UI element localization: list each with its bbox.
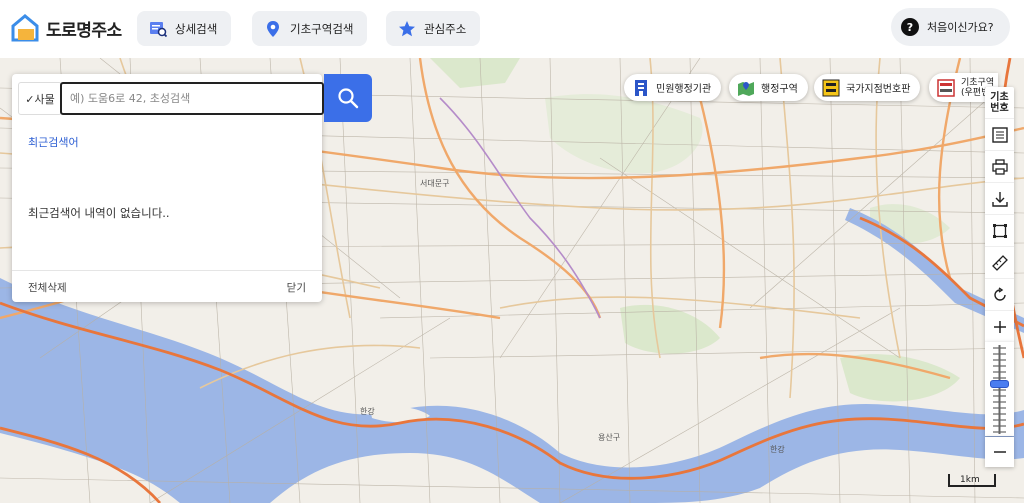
ruler-icon (991, 254, 1008, 271)
first-time-help-button[interactable]: ? 처음이신가요? (891, 8, 1010, 46)
postal-zone-icon (937, 78, 955, 97)
home-icon (11, 14, 39, 42)
distance-measure-button[interactable] (985, 247, 1014, 279)
layer-admin-district[interactable]: 행정구역 (729, 74, 808, 101)
delete-all-button[interactable]: 전체삭제 (28, 280, 67, 295)
star-icon (398, 20, 416, 38)
minus-icon (993, 451, 1006, 453)
scale-label: 1km (960, 475, 980, 485)
layer-civil-office-label: 민원행정기관 (656, 84, 712, 95)
list-button[interactable] (985, 119, 1014, 151)
map-region-icon (737, 79, 755, 97)
location-pin-icon (264, 20, 282, 38)
area-icon (992, 223, 1007, 238)
building-icon (632, 79, 650, 97)
filter-object-toggle[interactable]: ✓사물 (18, 82, 62, 115)
layer-national-point-label: 국가지점번호판 (846, 84, 911, 95)
point-sign-icon (822, 79, 840, 97)
favorite-address-label: 관심주소 (424, 21, 467, 36)
download-button[interactable] (985, 183, 1014, 215)
basic-zone-search-label: 기초구역검색 (290, 21, 354, 36)
zoom-track (993, 345, 1006, 434)
recent-searches-title: 최근검색어 (28, 136, 79, 149)
recent-searches-empty-message: 최근검색어 내역이 없습니다.. (28, 206, 170, 220)
print-button[interactable] (985, 151, 1014, 183)
search-panel: ✓사물 최근검색어 최근검색어 내역이 없습니다.. 전체삭제 닫기 (12, 74, 324, 302)
download-icon (991, 191, 1008, 207)
zoom-handle[interactable] (990, 380, 1009, 388)
list-icon (991, 126, 1008, 143)
basic-number-label: 기초 번호 (990, 91, 1009, 114)
plus-icon (993, 321, 1006, 333)
logo-text: 도로명주소 (46, 20, 122, 41)
map-toolbar: 기초 번호 (985, 87, 1014, 343)
zoom-slider[interactable] (985, 342, 1014, 436)
area-measure-button[interactable] (985, 215, 1014, 247)
river-label: 한강 (360, 407, 375, 416)
favorite-address-button[interactable]: 관심주소 (386, 11, 481, 46)
map-scale-bar: 1km (948, 470, 996, 488)
address-search-input[interactable] (60, 82, 324, 115)
basic-number-toggle[interactable]: 기초 번호 (985, 87, 1014, 119)
refresh-button[interactable] (985, 279, 1014, 311)
basic-zone-search-button[interactable]: 기초구역검색 (252, 11, 368, 46)
print-icon (991, 158, 1008, 175)
zoom-out-button[interactable] (985, 437, 1014, 467)
layer-national-point[interactable]: 국가지점번호판 (814, 74, 921, 101)
zoom-in-button[interactable] (985, 311, 1014, 343)
top-bar: 도로명주소 상세검색 기초구역검색 관심주소 ? 처음이신가요? (0, 0, 1024, 58)
help-label: 처음이신가요? (927, 21, 994, 34)
search-icon (338, 88, 359, 109)
district-label: 서대문구 (420, 179, 450, 188)
layer-admin-district-label: 행정구역 (761, 84, 798, 95)
panel-divider (12, 270, 322, 271)
layer-civil-office[interactable]: 민원행정기관 (624, 74, 722, 101)
search-button[interactable] (324, 74, 372, 122)
detail-search-button[interactable]: 상세검색 (137, 11, 232, 46)
question-icon: ? (901, 18, 919, 36)
close-panel-button[interactable]: 닫기 (287, 280, 306, 295)
detail-search-icon (149, 20, 167, 38)
river-label: 한강 (770, 445, 785, 454)
district-label: 용산구 (598, 433, 621, 442)
detail-search-label: 상세검색 (175, 21, 218, 36)
refresh-icon (993, 286, 1006, 301)
site-logo[interactable]: 도로명주소 (10, 12, 122, 44)
